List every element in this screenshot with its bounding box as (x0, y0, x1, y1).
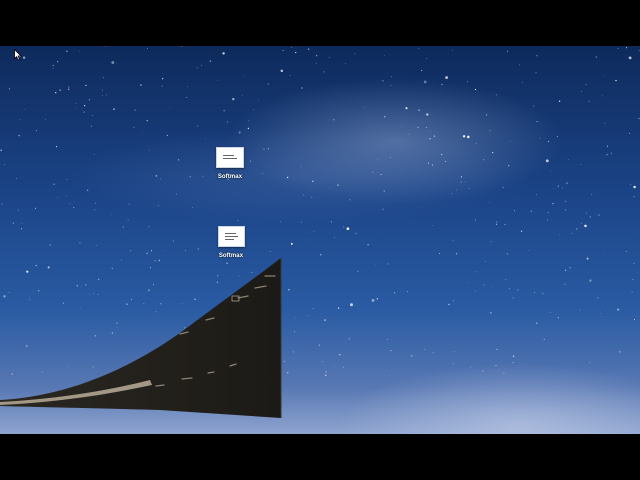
window-minimize-animation (0, 258, 282, 418)
desktop[interactable]: Softmax Softmax (0, 46, 640, 434)
arrow-pointer-icon (14, 49, 22, 61)
letterbox-top (0, 0, 640, 46)
document-thumbnail-icon (217, 226, 245, 247)
screen-frame: Softmax Softmax (0, 0, 640, 480)
desktop-icon-softmax-2[interactable]: Softmax (209, 226, 253, 259)
desktop-icon-label: Softmax (217, 174, 243, 180)
letterbox-bottom (0, 434, 640, 480)
desktop-icon-softmax-1[interactable]: Softmax (208, 147, 252, 180)
document-thumbnail-icon (216, 147, 244, 168)
